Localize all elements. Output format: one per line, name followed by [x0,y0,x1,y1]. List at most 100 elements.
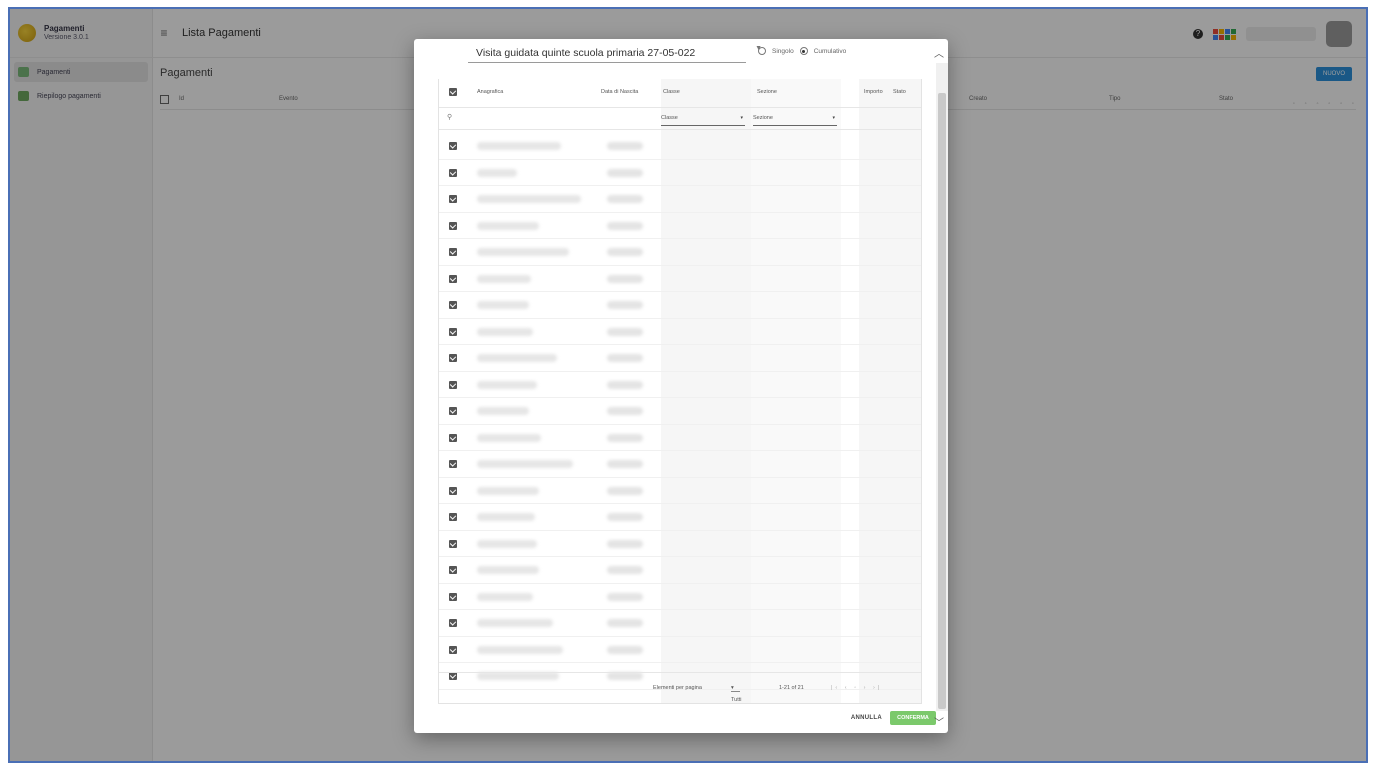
student-name-redacted [477,486,539,495]
birth-date-redacted [607,513,643,521]
row-checkbox[interactable] [449,566,457,574]
students-table: Anagrafica Data di Nascita Classe Sezion… [438,79,922,704]
table-row[interactable] [439,186,921,213]
row-checkbox[interactable] [449,327,457,336]
chevron-down-icon[interactable]: ﹀ [934,714,944,729]
row-checkbox[interactable] [449,433,457,442]
student-name-redacted [477,539,537,548]
row-checkbox[interactable] [449,539,457,548]
birth-date-redacted [607,460,643,468]
column-header: Importo [864,89,883,95]
table-row[interactable] [439,610,921,637]
birth-date-redacted [607,539,643,548]
student-name-redacted [477,460,573,468]
birth-date-redacted [607,221,643,230]
row-checkbox[interactable] [449,592,457,601]
cancel-button[interactable]: ANNULLA [851,715,882,721]
row-checkbox[interactable] [449,354,457,362]
row-checkbox[interactable] [449,195,457,203]
table-row[interactable] [439,319,921,345]
payment-dialog: Visita guidata quinte scuola primaria 27… [414,39,948,733]
filter-icon[interactable]: ⚲ [447,113,452,121]
chevron-up-icon[interactable]: ︿ [934,45,944,60]
rows-per-page-label: Elementi per pagina [653,685,702,691]
select-all-checkbox[interactable] [449,88,457,96]
sezione-filter[interactable]: Sezione ▾ [753,115,837,126]
birth-date-redacted [607,380,643,389]
birth-date-redacted [607,301,643,309]
confirm-button[interactable]: CONFERMA [890,711,936,725]
student-name-redacted [477,407,529,415]
table-row[interactable] [439,345,921,372]
pager-nav-buttons[interactable]: |‹ ‹ ◦ › ›| [831,685,882,691]
radio-label: Singolo [772,47,794,55]
table-row[interactable] [439,425,921,451]
event-select[interactable]: Visita guidata quinte scuola primaria 27… [468,43,762,63]
mode-radio-group: Singolo Cumulativo [758,47,846,55]
table-row[interactable] [439,292,921,319]
table-row[interactable] [439,372,921,398]
table-row[interactable] [439,133,921,160]
student-name-redacted [477,433,541,442]
table-row[interactable] [439,557,921,584]
table-row[interactable] [439,239,921,266]
row-checkbox[interactable] [449,142,457,150]
student-name-redacted [477,142,561,150]
birth-date-redacted [607,354,643,362]
radio-cumulativo[interactable] [799,47,808,55]
student-name-redacted [477,327,533,336]
row-checkbox[interactable] [449,460,457,468]
table-row[interactable] [439,637,921,663]
table-row[interactable] [439,584,921,610]
scroll-thumb[interactable] [938,93,946,709]
student-name-redacted [477,380,537,389]
row-checkbox[interactable] [449,619,457,627]
dropdown-arrow-icon: ▾ [832,115,835,121]
student-name-redacted [477,248,569,256]
filter-row: ⚲ Classe ▾ Sezione ▾ [439,107,921,130]
table-row[interactable] [439,531,921,557]
birth-date-redacted [607,592,643,601]
table-header: Anagrafica Data di Nascita Classe Sezion… [439,79,921,108]
column-header: Stato [893,89,906,95]
table-row[interactable] [439,451,921,478]
rows-per-page-select[interactable]: Tutti ▾ [731,685,742,703]
student-name-redacted [477,354,557,362]
table-row[interactable] [439,398,921,425]
birth-date-redacted [607,486,643,495]
row-checkbox[interactable] [449,301,457,309]
table-body [439,133,921,690]
birth-date-redacted [607,248,643,256]
table-row[interactable] [439,160,921,186]
classe-filter[interactable]: Classe ▾ [661,115,745,126]
row-checkbox[interactable] [449,221,457,230]
row-checkbox[interactable] [449,248,457,256]
row-checkbox[interactable] [449,168,457,177]
birth-date-redacted [607,619,643,627]
dropdown-arrow-icon: ▾ [740,115,743,121]
row-checkbox[interactable] [449,407,457,415]
table-row[interactable] [439,504,921,531]
student-name-redacted [477,195,581,203]
scrollbar[interactable] [936,63,948,711]
table-row[interactable] [439,478,921,504]
row-checkbox[interactable] [449,380,457,389]
table-pager: Elementi per pagina Tutti ▾ 1-21 of 21 |… [439,672,921,703]
student-name-redacted [477,592,533,601]
table-row[interactable] [439,213,921,239]
birth-date-redacted [607,433,643,442]
column-header: Anagrafica [477,89,504,95]
table-row[interactable] [439,266,921,292]
column-header: Sezione [757,89,777,95]
event-select-value: Visita guidata quinte scuola primaria 27… [476,46,696,59]
row-checkbox[interactable] [449,513,457,521]
row-checkbox[interactable] [449,274,457,283]
student-name-redacted [477,566,539,574]
student-name-redacted [477,274,531,283]
student-name-redacted [477,168,517,177]
row-checkbox[interactable] [449,486,457,495]
birth-date-redacted [607,566,643,574]
radio-singolo[interactable] [758,47,766,55]
row-checkbox[interactable] [449,645,457,654]
radio-label: Cumulativo [813,47,847,55]
